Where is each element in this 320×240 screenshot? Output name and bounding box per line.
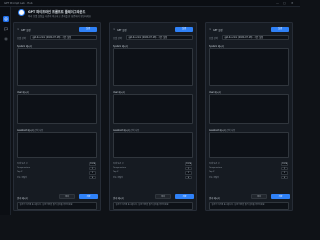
- model-label: 모델 선택: [113, 37, 122, 41]
- prompt-panel: × GPT 설정 실행 모델 선택 gpt-4o-mini (2024-07-1…: [205, 22, 293, 211]
- result-label: 결과 메시지: [113, 196, 124, 200]
- param-label: Temperature: [209, 166, 223, 169]
- title-bar: GPT Prompt Lab · Hub — ▢ ✕: [0, 0, 300, 7]
- run-button[interactable]: 실행: [271, 27, 289, 32]
- result-label: 결과 메시지: [209, 196, 220, 200]
- user-textarea[interactable]: [113, 94, 193, 124]
- run-button[interactable]: 실행: [175, 27, 193, 32]
- assistant-textarea[interactable]: [17, 132, 97, 158]
- model-select[interactable]: gpt-4o-mini (2024-07-18) · 기본 설정: [222, 35, 289, 40]
- param-label: 최대 토큰 수: [17, 163, 28, 165]
- param-label: Top P: [113, 171, 119, 173]
- app-logo: [18, 9, 25, 16]
- param-label: Temperature: [17, 166, 31, 169]
- system-textarea[interactable]: [17, 48, 97, 86]
- user-textarea[interactable]: [209, 94, 289, 124]
- model-select[interactable]: gpt-4o-mini (2024-07-18) · 기본 설정: [126, 35, 193, 40]
- param-input[interactable]: 0: [281, 175, 288, 180]
- parameter-group: 최대 토큰 수 1024 Temperature 1 Top P 1 빈도 패널…: [17, 162, 97, 180]
- panel-title: GPT 설정: [21, 28, 31, 32]
- copy-button[interactable]: 복사: [155, 194, 171, 199]
- result-toolbar: 결과 메시지 복사 저장: [209, 194, 290, 200]
- system-textarea[interactable]: [113, 48, 193, 86]
- copy-button[interactable]: 복사: [59, 194, 75, 199]
- parameter-group: 최대 토큰 수 1024 Temperature 1 Top P 1 빈도 패널…: [209, 162, 289, 180]
- prompt-panel: × GPT 설정 실행 모델 선택 gpt-4o-mini (2024-07-1…: [109, 22, 197, 211]
- param-input[interactable]: 1024: [89, 162, 96, 166]
- param-input[interactable]: 1024: [185, 162, 192, 166]
- assistant-textarea[interactable]: [209, 132, 289, 158]
- panel-toolbar: × GPT 설정 실행: [209, 27, 289, 32]
- param-label: Temperature: [113, 166, 127, 169]
- param-label: 최대 토큰 수: [113, 163, 124, 165]
- chat-icon[interactable]: [3, 26, 9, 32]
- panel-title: GPT 설정: [213, 28, 223, 32]
- result-output: 결과가 여기에 표시됩니다. 실행 버튼을 눌러 결과를 확인하세요.: [17, 202, 97, 210]
- param-label: 빈도 패널티: [209, 176, 220, 179]
- user-textarea[interactable]: [17, 94, 97, 124]
- param-label: 빈도 패널티: [17, 176, 28, 179]
- param-input[interactable]: 1024: [281, 162, 288, 166]
- maximize-icon[interactable]: ▢: [283, 1, 286, 5]
- window-title: GPT Prompt Lab · Hub: [4, 1, 33, 5]
- panel-toolbar: × GPT 설정 실행: [17, 27, 97, 32]
- sidebar: [0, 7, 11, 215]
- page-subtitle: 여러 모델 설정을 나란히 비교하고 결과를 한 화면에서 확인하세요: [28, 15, 91, 18]
- system-textarea[interactable]: [209, 48, 289, 86]
- save-button[interactable]: 저장: [79, 194, 98, 199]
- param-input[interactable]: 1: [89, 171, 96, 175]
- model-label: 모델 선택: [17, 37, 26, 41]
- result-output: 결과가 여기에 표시됩니다. 실행 버튼을 눌러 결과를 확인하세요.: [113, 202, 193, 210]
- param-label: 최대 토큰 수: [209, 163, 220, 165]
- result-label: 결과 메시지: [17, 196, 28, 200]
- assistant-textarea[interactable]: [113, 132, 193, 158]
- panel-toolbar: × GPT 설정 실행: [113, 27, 193, 32]
- layers-icon[interactable]: [2, 16, 9, 22]
- param-input[interactable]: 0: [185, 175, 192, 180]
- save-button[interactable]: 저장: [271, 194, 290, 199]
- prompt-panel: × GPT 설정 실행 모델 선택 gpt-4o-mini (2024-07-1…: [13, 22, 101, 211]
- model-select[interactable]: gpt-4o-mini (2024-07-18) · 기본 설정: [30, 35, 97, 40]
- copy-button[interactable]: 복사: [251, 194, 267, 199]
- result-output: 결과가 여기에 표시됩니다. 실행 버튼을 눌러 결과를 확인하세요.: [209, 202, 289, 210]
- parameter-group: 최대 토큰 수 1024 Temperature 1 Top P 1 빈도 패널…: [113, 162, 193, 180]
- result-toolbar: 결과 메시지 복사 저장: [113, 194, 194, 200]
- close-panel-icon[interactable]: ×: [209, 27, 211, 31]
- page-header: GPT 파이프라인 프롬프트 플레이그라운드 여러 모델 설정을 나란히 비교하…: [11, 7, 300, 21]
- minimize-icon[interactable]: —: [276, 1, 279, 5]
- save-button[interactable]: 저장: [175, 194, 194, 199]
- close-panel-icon[interactable]: ×: [17, 27, 19, 31]
- param-label: Top P: [209, 171, 215, 173]
- param-input[interactable]: 1: [281, 171, 288, 175]
- param-input[interactable]: 1: [281, 166, 288, 171]
- panel-title: GPT 설정: [117, 28, 127, 32]
- param-label: 빈도 패널티: [113, 176, 124, 179]
- param-input[interactable]: 0: [89, 175, 96, 180]
- settings-icon[interactable]: [3, 36, 9, 42]
- model-label: 모델 선택: [209, 37, 218, 41]
- close-window-icon[interactable]: ✕: [291, 1, 294, 5]
- result-toolbar: 결과 메시지 복사 저장: [17, 194, 98, 200]
- run-button[interactable]: 실행: [79, 27, 97, 32]
- close-panel-icon[interactable]: ×: [113, 27, 115, 31]
- param-input[interactable]: 1: [185, 166, 192, 171]
- param-label: Top P: [17, 171, 23, 173]
- param-input[interactable]: 1: [185, 171, 192, 175]
- param-input[interactable]: 1: [89, 166, 96, 171]
